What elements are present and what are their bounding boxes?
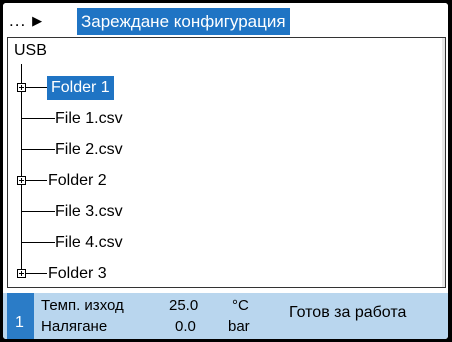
breadcrumb-back[interactable]: ... [9, 11, 26, 31]
status-bar: 1 Темп. изход 25.0 °C Налягане 0.0 bar Г… [3, 293, 448, 339]
tree-item-label: File 4.csv [55, 234, 123, 251]
reading-name-temp: Темп. изход [41, 297, 124, 314]
tree-branch-line [21, 242, 55, 243]
tree-item-file-4[interactable]: File 4.csv [8, 230, 428, 256]
reading-value-pressure: 0.0 [175, 318, 196, 335]
reading-unit-temp: °C [232, 297, 249, 314]
reading-name-pressure: Налягане [41, 318, 108, 335]
tree-item-label: Folder 2 [48, 172, 107, 189]
tree-item-label: Folder 1 [47, 76, 114, 100]
header-bar: ... ▶ Зареждане конфигурация [3, 3, 448, 38]
tree-root-usb[interactable]: USB [14, 42, 47, 60]
reading-value-temp: 25.0 [169, 297, 199, 314]
breadcrumb: ... ▶ [9, 8, 46, 34]
page-title: Зареждане конфигурация [77, 8, 290, 35]
tree-branch-line [21, 149, 55, 150]
tree-item-file-3[interactable]: File 3.csv [8, 199, 428, 225]
tree-item-label: File 1.csv [55, 110, 123, 127]
tree-branch-line [21, 211, 55, 212]
channel-number: 1 [15, 314, 24, 331]
tree-item-label: File 3.csv [55, 203, 123, 220]
channel-indicator: 1 [7, 293, 34, 339]
status-message: Готов за работа [289, 304, 407, 321]
tree-item-label: File 2.csv [55, 141, 123, 158]
tree-branch-line [21, 118, 55, 119]
file-tree: USB Folder 1 File 1.csv File 2.csv Folde… [7, 37, 446, 288]
device-screen: ... ▶ Зареждане конфигурация USB Folder … [3, 3, 448, 339]
tree-item-folder-2[interactable]: Folder 2 [8, 168, 428, 194]
tree-branch-line [25, 87, 47, 88]
tree-item-label: Folder 3 [48, 265, 107, 282]
tree-item-file-1[interactable]: File 1.csv [8, 106, 428, 132]
breadcrumb-arrow-icon: ▶ [32, 13, 43, 28]
reading-unit-pressure: bar [228, 318, 250, 335]
tree-scrollbar[interactable] [442, 38, 445, 287]
tree-item-folder-3[interactable]: Folder 3 [8, 261, 428, 287]
tree-item-folder-1[interactable]: Folder 1 [8, 75, 428, 101]
tree-item-file-2[interactable]: File 2.csv [8, 137, 428, 163]
